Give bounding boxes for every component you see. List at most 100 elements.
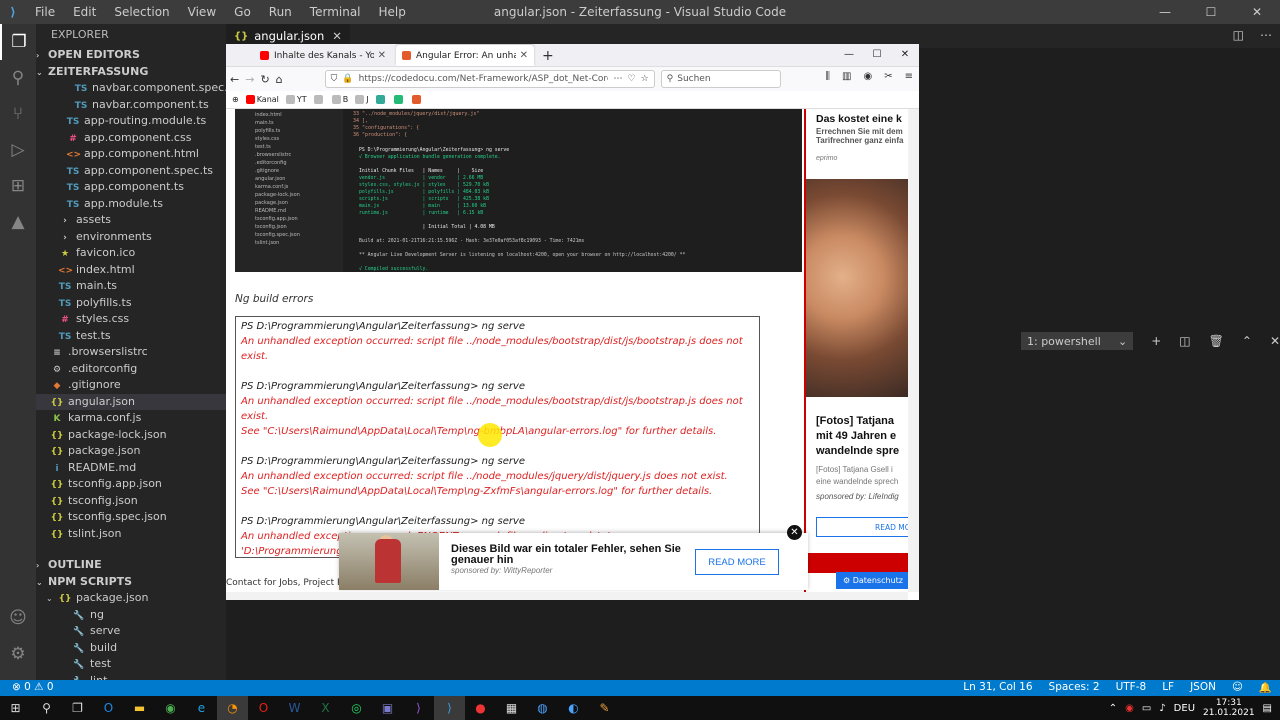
opera-icon[interactable]: O xyxy=(248,696,279,720)
npm-script-item[interactable]: 🔧lint xyxy=(36,673,226,681)
file-tree-item[interactable]: {} tsconfig.spec.json xyxy=(36,509,226,526)
account-icon[interactable]: ◉ xyxy=(863,71,872,82)
file-tree-item[interactable]: TS navbar.component.spec.ts xyxy=(36,80,226,97)
bookmark-star-icon[interactable]: ☆ xyxy=(641,74,649,84)
npm-script-item[interactable]: 🔧 test xyxy=(36,656,226,673)
menu-view[interactable]: View xyxy=(179,5,225,19)
maximize-icon[interactable]: ☐ xyxy=(863,44,891,66)
new-tab-icon[interactable]: + xyxy=(542,48,554,64)
outlook-icon[interactable]: O xyxy=(93,696,124,720)
status-item[interactable]: JSON xyxy=(1190,681,1216,694)
chevron-up-icon[interactable]: ⌃ xyxy=(1242,334,1252,348)
project-section[interactable]: ⌄ ZEITERFASSUNG xyxy=(36,63,226,80)
run-debug-icon[interactable]: ▷ xyxy=(0,132,36,168)
source-control-icon[interactable]: ⑂ xyxy=(0,96,36,132)
file-tree-item[interactable]: TS main.ts xyxy=(36,278,226,295)
menu-selection[interactable]: Selection xyxy=(105,5,178,19)
word-icon[interactable]: W xyxy=(279,696,310,720)
bookmark-item[interactable]: J xyxy=(355,95,369,104)
horizontal-scrollbar[interactable] xyxy=(226,592,908,600)
pocket-icon[interactable]: ♡ xyxy=(627,74,635,84)
bookmark-item[interactable]: B xyxy=(331,95,348,104)
menu-file[interactable]: File xyxy=(26,5,64,19)
file-tree-item[interactable]: Kkarma.conf.js xyxy=(36,410,226,427)
file-tree-item[interactable]: {} tslint.json xyxy=(36,526,226,543)
visual-studio-icon[interactable]: ⟩ xyxy=(403,696,434,720)
close-icon[interactable]: ✕ xyxy=(378,50,386,61)
close-icon[interactable]: ✕ xyxy=(1234,0,1280,24)
edge-icon[interactable]: e xyxy=(186,696,217,720)
status-item[interactable]: UTF-8 xyxy=(1116,681,1147,694)
speaker-icon[interactable]: ♪ xyxy=(1159,703,1165,714)
file-tree-item[interactable]: ⚙ .editorconfig xyxy=(36,361,226,378)
screenshot-icon[interactable]: ✂ xyxy=(884,71,892,82)
explorer-icon[interactable]: ❐ xyxy=(0,24,36,60)
file-tree-item[interactable]: {} package.json xyxy=(36,443,226,460)
file-tree-item[interactable]: # app.component.css xyxy=(36,130,226,147)
windows-start-icon[interactable]: ⊞ xyxy=(0,696,31,720)
bookmark-item[interactable] xyxy=(393,95,405,104)
status-item[interactable]: LF xyxy=(1162,681,1174,694)
bookmark-item[interactable]: YT xyxy=(285,95,307,104)
angular-icon[interactable]: ▲ xyxy=(0,204,36,240)
address-bar[interactable]: ⛉ 🔒 https://codedocu.com/Net-Framework/A… xyxy=(324,70,655,88)
file-tree-item[interactable]: <> index.html xyxy=(36,262,226,279)
calculator-icon[interactable]: ▦ xyxy=(496,696,527,720)
menu-run[interactable]: Run xyxy=(260,5,301,19)
file-tree-item[interactable]: TS app.module.ts xyxy=(36,196,226,213)
file-tree-item[interactable]: TS test.ts xyxy=(36,328,226,345)
file-tree-item[interactable]: # styles.css xyxy=(36,311,226,328)
open-editors-section[interactable]: › OPEN EDITORS xyxy=(36,46,226,63)
split-editor-icon[interactable]: ◫ xyxy=(1233,28,1244,42)
npm-script-item[interactable]: 🔧 serve xyxy=(36,623,226,640)
search-icon[interactable]: ⚲ xyxy=(31,696,62,720)
file-tree-item[interactable]: TS app-routing.module.ts xyxy=(36,113,226,130)
ad-read-more-button[interactable]: READ MORE xyxy=(695,549,779,575)
file-tree-item[interactable]: {} package-lock.json xyxy=(36,427,226,444)
app-icon[interactable]: ▣ xyxy=(372,696,403,720)
record-icon[interactable]: ● xyxy=(465,696,496,720)
ad-title[interactable]: Das kostet eine k xyxy=(816,113,902,125)
settings-gear-icon[interactable]: ⚙ xyxy=(0,636,36,672)
vertical-scrollbar[interactable] xyxy=(908,109,919,592)
ad-read-more-button[interactable]: READ MC xyxy=(816,517,908,537)
terminal-select[interactable]: 1: powershell ⌄ xyxy=(1021,332,1134,350)
file-tree-item[interactable]: TS app.component.spec.ts xyxy=(36,163,226,180)
menu-go[interactable]: Go xyxy=(225,5,260,19)
file-tree-item[interactable]: TS navbar.component.ts xyxy=(36,97,226,114)
close-icon[interactable]: ✕ xyxy=(891,44,919,66)
status-item[interactable]: Ln 31, Col 16 xyxy=(963,681,1032,694)
close-icon[interactable]: ✕ xyxy=(332,29,342,43)
status-item[interactable]: Spaces: 2 xyxy=(1049,681,1100,694)
outline-section[interactable]: › OUTLINE xyxy=(36,556,226,573)
record-icon[interactable]: ◉ xyxy=(1125,703,1134,714)
sidebar-icon[interactable]: ▥ xyxy=(842,71,851,82)
close-icon[interactable]: ✕ xyxy=(520,50,528,61)
maximize-icon[interactable]: ☐ xyxy=(1188,0,1234,24)
globe-icon[interactable]: ⊕ xyxy=(232,95,239,104)
npm-script-item[interactable]: 🔧 ng xyxy=(36,607,226,624)
file-tree-item[interactable]: ◆ .gitignore xyxy=(36,377,226,394)
file-explorer-icon[interactable]: ▬ xyxy=(124,696,155,720)
minimize-icon[interactable]: — xyxy=(835,44,863,66)
search-icon[interactable]: ⚲ xyxy=(0,60,36,96)
more-actions-icon[interactable]: ⋯ xyxy=(1260,28,1272,42)
forward-icon[interactable]: → xyxy=(245,73,254,86)
chat-icon[interactable]: ◐ xyxy=(558,696,589,720)
browser-icon[interactable]: ◍ xyxy=(527,696,558,720)
problems-indicator[interactable]: ⊗ 0 ⚠ 0 xyxy=(12,681,54,693)
extensions-icon[interactable]: ⊞ xyxy=(0,168,36,204)
reload-icon[interactable]: ↻ xyxy=(260,73,269,86)
file-tree-item[interactable]: ≡ .browserslistrc xyxy=(36,344,226,361)
notification-icon[interactable]: ▤ xyxy=(1263,703,1272,714)
back-icon[interactable]: ← xyxy=(230,73,239,86)
ad-headline[interactable]: [Fotos] Tatjana mit 49 Jahren e wandelnde … xyxy=(816,414,908,459)
excel-icon[interactable]: X xyxy=(310,696,341,720)
file-tree-item[interactable]: {} tsconfig.app.json xyxy=(36,476,226,493)
browser-tab[interactable]: Inhalte des Kanals - YouTube St ✕ xyxy=(254,45,392,66)
minimize-icon[interactable]: — xyxy=(1142,0,1188,24)
chrome-icon[interactable]: ◉ xyxy=(155,696,186,720)
menu-help[interactable]: Help xyxy=(370,5,415,19)
file-tree-item[interactable]: ★ favicon.ico xyxy=(36,245,226,262)
add-terminal-icon[interactable]: + xyxy=(1151,334,1161,348)
